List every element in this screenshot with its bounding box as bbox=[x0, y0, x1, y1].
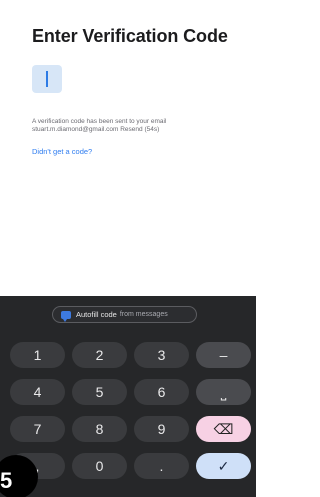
code-input-box[interactable] bbox=[32, 65, 62, 93]
backspace-key[interactable]: ⌫ bbox=[196, 416, 251, 442]
autofill-sub-label: from messages bbox=[119, 311, 168, 318]
key-7[interactable]: 7 bbox=[10, 416, 65, 442]
enter-key[interactable]: ✓ bbox=[196, 453, 251, 479]
key-9[interactable]: 9 bbox=[134, 416, 189, 442]
text-cursor bbox=[46, 71, 48, 87]
key-minus[interactable]: – bbox=[196, 342, 251, 368]
key-5[interactable]: 5 bbox=[72, 379, 127, 405]
key-4[interactable]: 4 bbox=[10, 379, 65, 405]
didnt-get-code-link[interactable]: Didn't get a code? bbox=[32, 147, 92, 156]
key-8[interactable]: 8 bbox=[72, 416, 127, 442]
autofill-code-chip[interactable]: Autofill code from messages bbox=[52, 306, 197, 323]
page-title: Enter Verification Code bbox=[32, 26, 228, 46]
key-1[interactable]: 1 bbox=[10, 342, 65, 368]
verification-info-text: A verification code has been sent to you… bbox=[32, 118, 167, 133]
autofill-label: Autofill code bbox=[76, 310, 117, 319]
numeric-keyboard: Autofill code from messages 1 2 3 – 4 5 … bbox=[0, 296, 256, 497]
corner-badge-text: 5 bbox=[0, 468, 13, 493]
key-3[interactable]: 3 bbox=[134, 342, 189, 368]
key-space[interactable]: ⎵ bbox=[196, 379, 251, 405]
message-icon bbox=[61, 310, 71, 322]
key-period[interactable]: . bbox=[134, 453, 189, 479]
key-2[interactable]: 2 bbox=[72, 342, 127, 368]
key-6[interactable]: 6 bbox=[134, 379, 189, 405]
screen: Enter Verification Code A verification c… bbox=[0, 0, 256, 497]
key-0[interactable]: 0 bbox=[72, 453, 127, 479]
